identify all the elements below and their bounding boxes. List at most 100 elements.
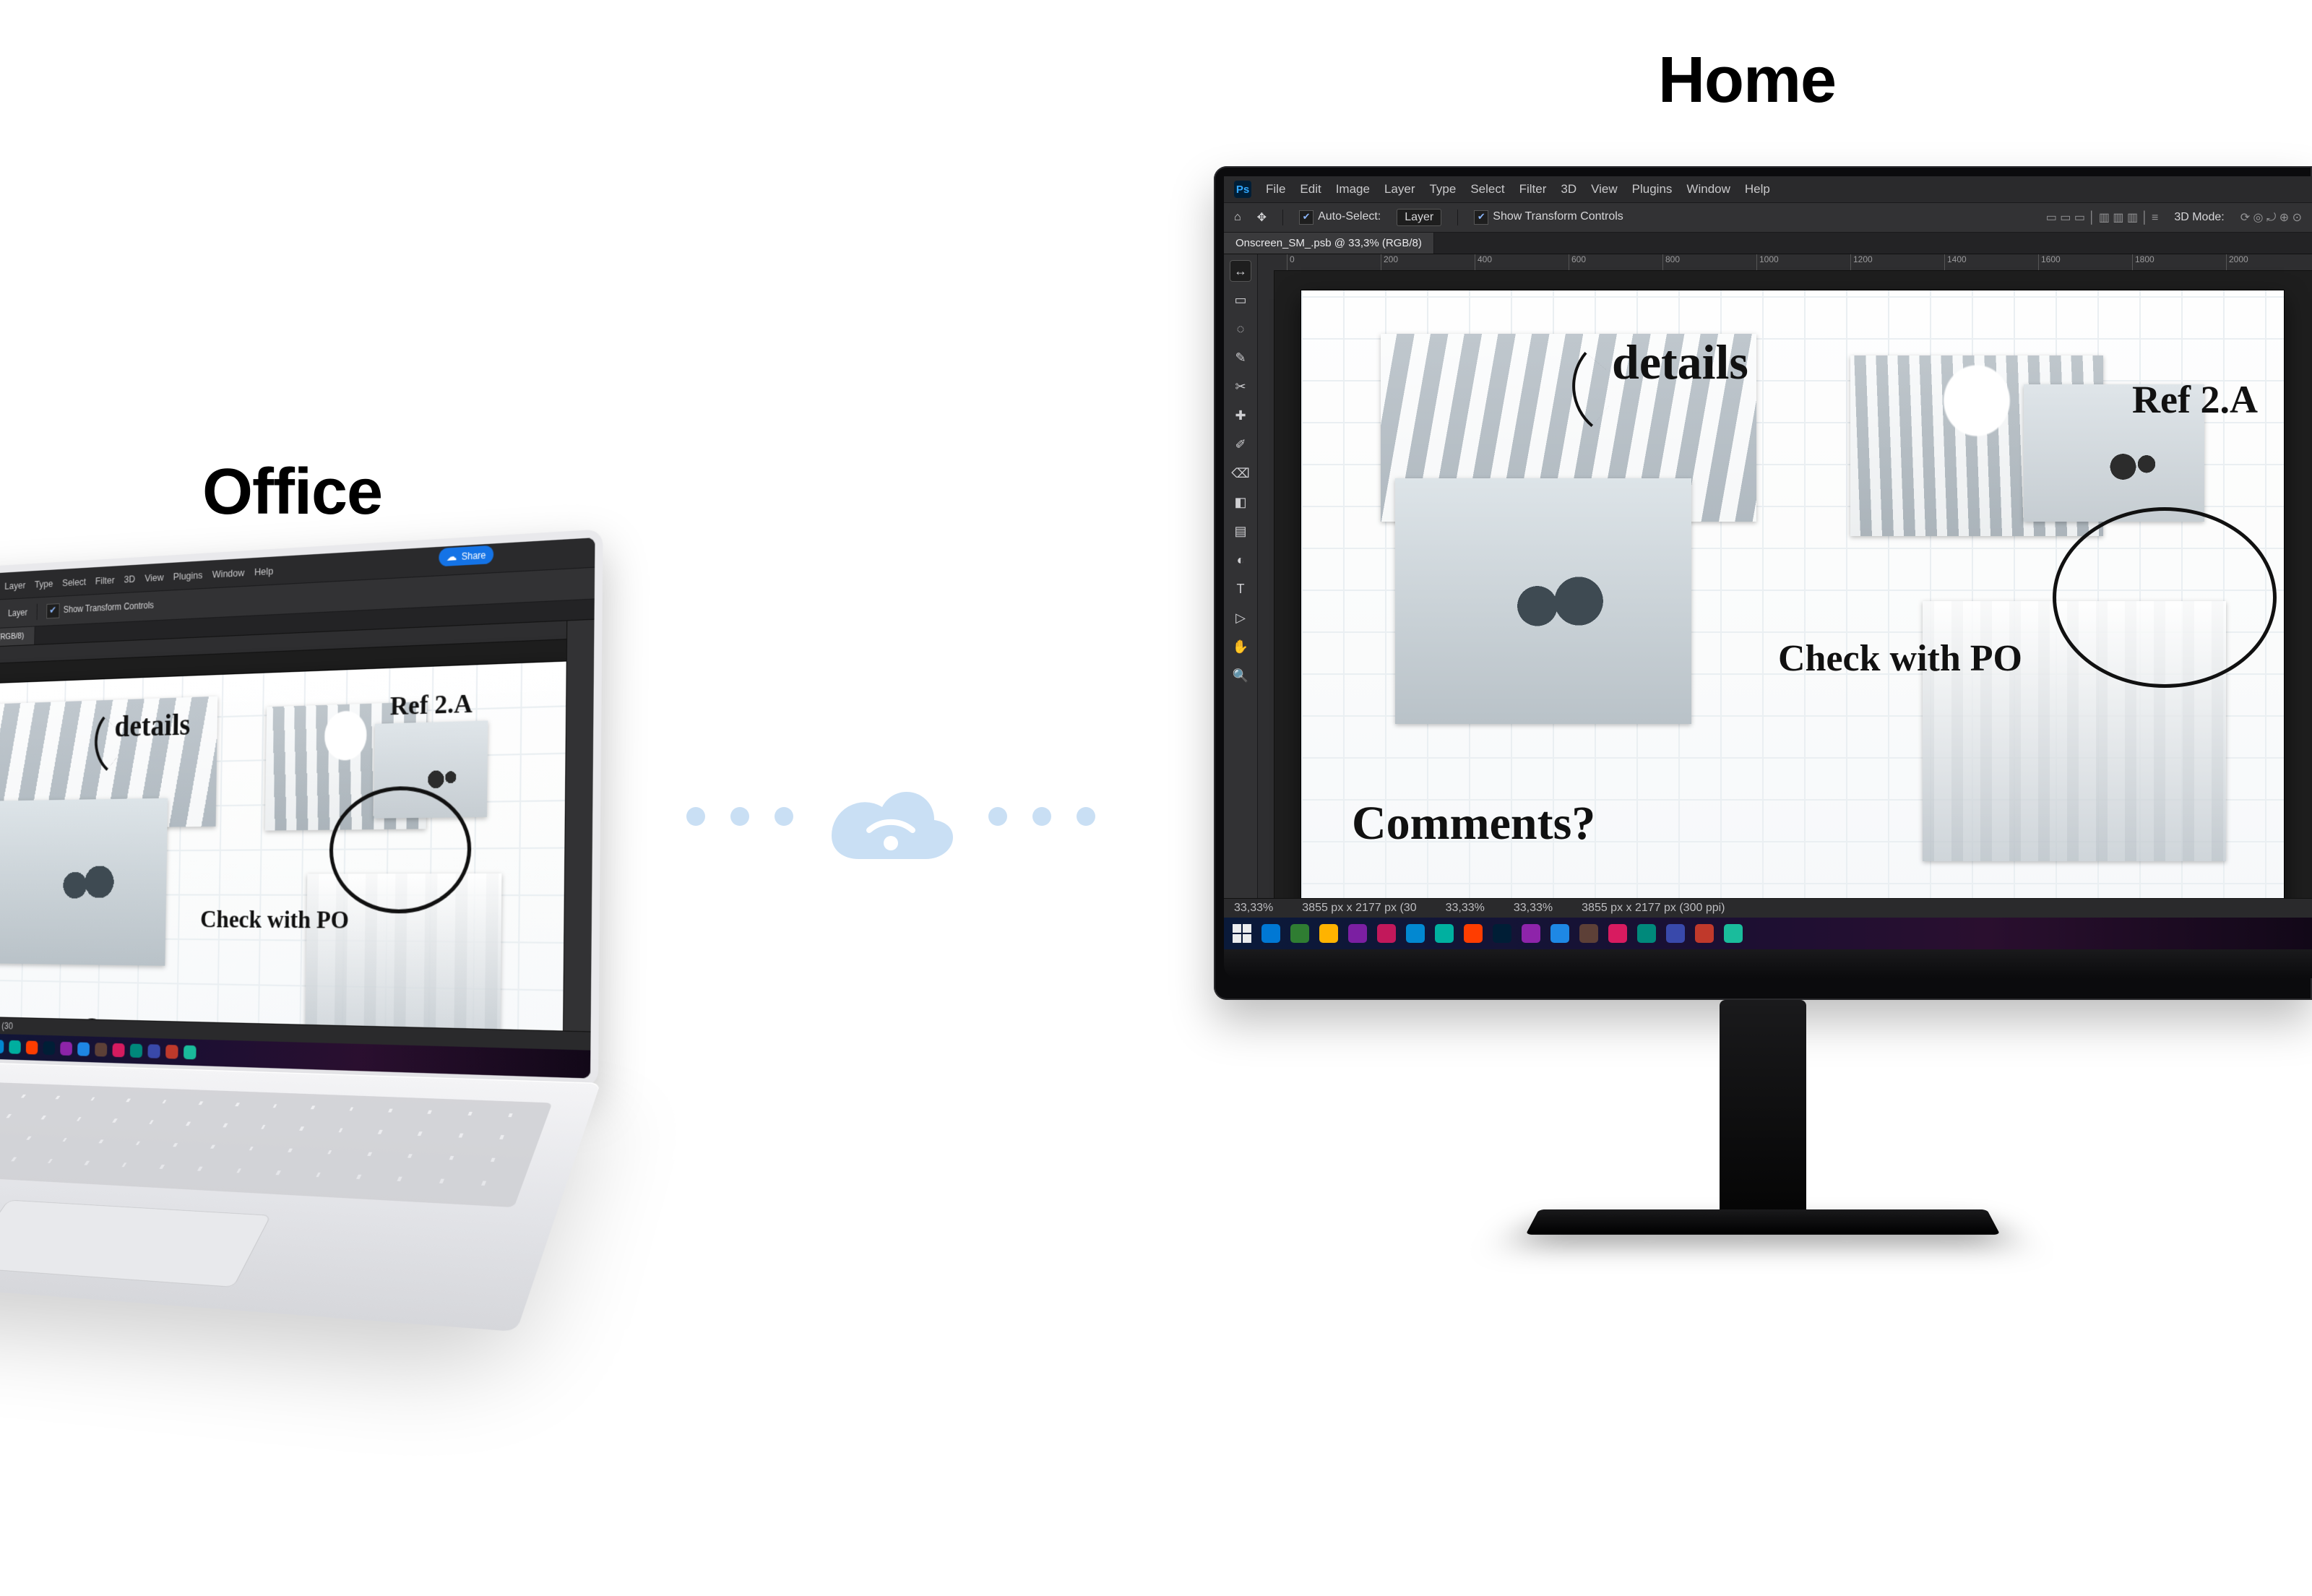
tool-type-icon[interactable]: T xyxy=(1230,578,1251,600)
tool-gradient-icon[interactable]: ◧ xyxy=(1230,491,1251,513)
canvas-area[interactable]: 0200400600800100012001400160018002000 de… xyxy=(1258,254,2312,898)
taskbar-app-icon[interactable] xyxy=(1724,924,1743,943)
ruler-tick: 600 xyxy=(1569,254,1586,270)
taskbar-app-icon[interactable] xyxy=(9,1040,21,1054)
taskbar-app-icon[interactable] xyxy=(1550,924,1569,943)
share-button[interactable]: Share xyxy=(439,545,493,567)
tool-crop-icon[interactable]: ✂ xyxy=(1230,376,1251,397)
taskbar-app-icon[interactable] xyxy=(95,1043,107,1056)
taskbar-app-icon[interactable] xyxy=(1290,924,1309,943)
tool-dodge-icon[interactable]: ◐ xyxy=(1230,549,1251,571)
taskbar-app-icon[interactable] xyxy=(1435,924,1454,943)
laptop-trackpad xyxy=(0,1199,272,1287)
menu-item[interactable]: Filter xyxy=(95,574,115,586)
document-canvas[interactable]: details Ref 2.A Check with PO Comments? xyxy=(0,661,566,1030)
menu-item[interactable]: Image xyxy=(1336,182,1370,197)
tool-eyedrop-icon[interactable]: ✚ xyxy=(1230,405,1251,426)
ruler-tick: 1800 xyxy=(2132,254,2154,270)
taskbar-app-icon[interactable] xyxy=(147,1044,160,1058)
laptop-screen: Ps File Edit Image Layer Type Select Fil… xyxy=(0,538,595,1079)
taskbar-app-icon[interactable] xyxy=(165,1045,178,1059)
menu-item[interactable]: Plugins xyxy=(1632,182,1673,197)
menu-item[interactable]: Layer xyxy=(1384,182,1415,197)
tool-shape-icon[interactable]: ▤ xyxy=(1230,520,1251,542)
annotation-check: Check with PO xyxy=(1778,637,2022,680)
menu-item[interactable]: File xyxy=(1266,182,1285,197)
start-button-icon[interactable] xyxy=(1233,924,1251,943)
tool-path-icon[interactable]: ▷ xyxy=(1230,607,1251,629)
status-zoom: 33,33% xyxy=(1446,902,1485,915)
monitor-device: Ps File Edit Image Layer Type Select Fil… xyxy=(1214,166,2312,1260)
menu-item[interactable]: Window xyxy=(1686,182,1730,197)
annotation-comments: Comments? xyxy=(1352,796,1595,851)
tool-palette: ↔ ▭ ◌ ✎ ✂ ✚ ✐ ⌫ ◧ ▤ ◐ T ▷ ✋ 🔍 xyxy=(1224,254,1258,898)
taskbar-app-icon[interactable] xyxy=(1406,924,1425,943)
auto-select-value[interactable]: Layer xyxy=(1397,209,1441,226)
taskbar-app-icon[interactable] xyxy=(1608,924,1627,943)
taskbar-app-icon[interactable] xyxy=(130,1044,142,1058)
menu-item[interactable]: 3D xyxy=(124,573,136,585)
canvas-area[interactable]: details Ref 2.A Check with PO Comments? xyxy=(0,621,566,1030)
menu-item[interactable]: View xyxy=(1591,182,1618,197)
tool-pencil-icon[interactable]: ✐ xyxy=(1230,433,1251,455)
tool-move-icon[interactable]: ↔ xyxy=(1230,260,1251,282)
monitor-bezel: Ps File Edit Image Layer Type Select Fil… xyxy=(1214,166,2312,1000)
taskbar-app-icon[interactable] xyxy=(1319,924,1338,943)
taskbar-app-icon[interactable] xyxy=(1637,924,1656,943)
taskbar-app-icon[interactable] xyxy=(1348,924,1367,943)
menu-item[interactable]: Plugins xyxy=(173,569,203,582)
taskbar-app-icon[interactable] xyxy=(1261,924,1280,943)
taskbar-app-icon[interactable] xyxy=(1579,924,1598,943)
auto-select-value[interactable]: Layer xyxy=(8,607,27,618)
menu-item[interactable]: Edit xyxy=(1300,182,1321,197)
status-zoom: 33,33% xyxy=(1514,902,1553,915)
menu-item[interactable]: Type xyxy=(1429,182,1456,197)
taskbar-app-icon[interactable] xyxy=(184,1045,197,1060)
menu-item[interactable]: Help xyxy=(1745,182,1770,197)
auto-select-toggle[interactable]: Auto-Select: xyxy=(1299,210,1381,225)
show-transform-toggle[interactable]: Show Transform Controls xyxy=(46,598,154,618)
show-transform-toggle[interactable]: Show Transform Controls xyxy=(1474,210,1623,225)
taskbar-app-icon[interactable] xyxy=(26,1040,38,1054)
cloud-wifi-icon xyxy=(819,769,963,863)
right-panel-strip xyxy=(563,620,595,1032)
taskbar-app-icon[interactable] xyxy=(1695,924,1714,943)
move-tool-icon[interactable]: ✥ xyxy=(1257,210,1267,225)
taskbar-app-icon[interactable] xyxy=(1666,924,1685,943)
taskbar-app-icon[interactable] xyxy=(112,1043,124,1057)
taskbar-app-icon[interactable] xyxy=(1377,924,1396,943)
tool-marquee-icon[interactable]: ▭ xyxy=(1230,289,1251,311)
menu-item[interactable]: Window xyxy=(212,566,245,579)
ruler-horizontal: 0200400600800100012001400160018002000 xyxy=(1258,254,2312,271)
taskbar-app-icon[interactable] xyxy=(1522,924,1540,943)
document-tab[interactable]: Onscreen_SM_.psb @ 33,3% (RGB/8) xyxy=(1224,233,1434,254)
menu-item[interactable]: Select xyxy=(62,576,86,588)
tool-hand-icon[interactable]: ✋ xyxy=(1230,636,1251,657)
taskbar-app-icon[interactable] xyxy=(0,1040,4,1053)
photo-people xyxy=(1395,478,1691,724)
home-icon[interactable]: ⌂ xyxy=(1234,211,1241,224)
menu-item[interactable]: Type xyxy=(35,577,53,590)
status-dim: 3855 px x 2177 px (30 xyxy=(0,1019,13,1031)
menu-item[interactable]: View xyxy=(144,571,164,583)
taskbar-app-icon[interactable] xyxy=(1493,924,1511,943)
ruler-tick: 200 xyxy=(1381,254,1398,270)
taskbar-app-icon[interactable] xyxy=(77,1042,90,1056)
status-dim: 3855 px x 2177 px (300 ppi) xyxy=(1582,902,1725,915)
menu-item[interactable]: Filter xyxy=(1519,182,1547,197)
tool-brush-icon[interactable]: ✎ xyxy=(1230,347,1251,368)
menu-item[interactable]: Layer xyxy=(4,579,25,591)
document-canvas[interactable]: details Ref 2.A Check with PO Comments? xyxy=(1301,290,2284,898)
photoshop-logo-icon: Ps xyxy=(1234,181,1251,198)
taskbar-app-icon[interactable] xyxy=(43,1041,55,1055)
menu-item[interactable]: Help xyxy=(254,565,273,577)
os-taskbar xyxy=(1224,918,2312,949)
menu-item[interactable]: Select xyxy=(1470,182,1504,197)
monitor-screen: Ps File Edit Image Layer Type Select Fil… xyxy=(1224,176,2312,949)
tool-eraser-icon[interactable]: ⌫ xyxy=(1230,462,1251,484)
tool-zoom-icon[interactable]: 🔍 xyxy=(1230,665,1251,686)
taskbar-app-icon[interactable] xyxy=(60,1042,72,1056)
menu-item[interactable]: 3D xyxy=(1561,182,1576,197)
tool-lasso-icon[interactable]: ◌ xyxy=(1230,318,1251,340)
taskbar-app-icon[interactable] xyxy=(1464,924,1483,943)
